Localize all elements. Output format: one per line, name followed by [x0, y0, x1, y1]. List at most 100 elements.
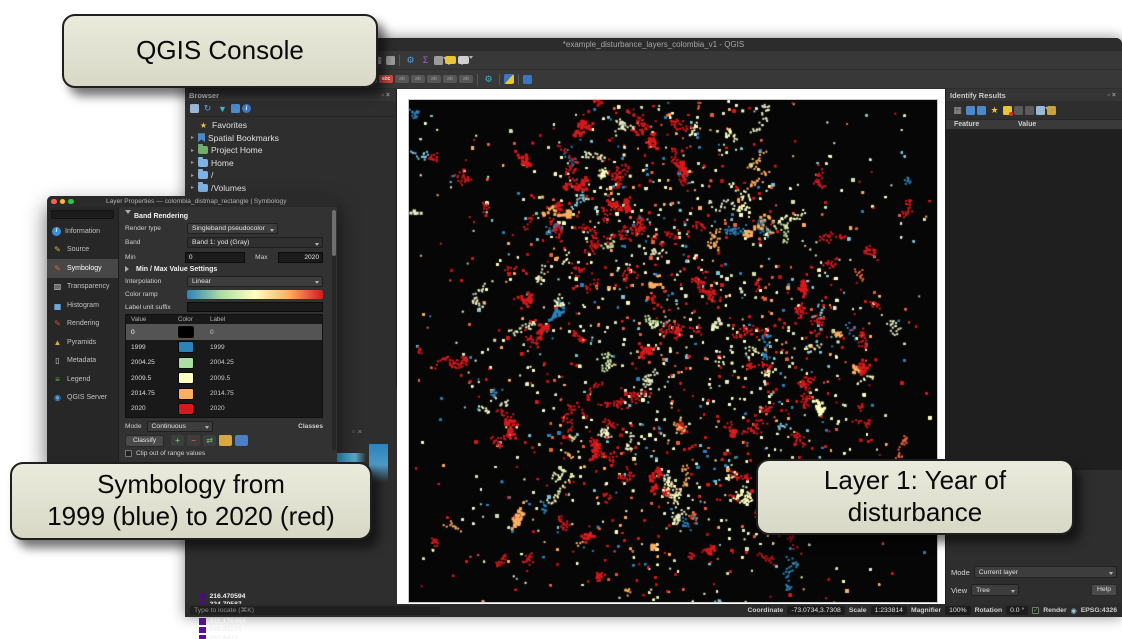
color-column-header[interactable]: Color [178, 316, 210, 323]
legend-value-216[interactable]: 216.470594 [199, 592, 349, 600]
max-input[interactable]: 2020 [278, 252, 323, 263]
browser-item-volumes[interactable]: ▸ /Volumes [191, 182, 396, 195]
row-color-swatch[interactable] [178, 326, 194, 338]
tab-transparency[interactable]: ▨ Transparency [47, 278, 118, 297]
render-type-select[interactable]: Singleband pseudocolor [187, 223, 278, 234]
color-row-2014[interactable]: 2014.75 2014.75 [126, 386, 322, 401]
python-console-icon[interactable] [504, 74, 514, 84]
dialog-titlebar[interactable]: Layer Properties — colombia_distmap_rect… [47, 196, 337, 207]
help-button[interactable]: Help [1091, 584, 1117, 596]
expand-caret-icon[interactable]: ▸ [191, 147, 198, 154]
interpolation-select[interactable]: Linear [187, 276, 323, 287]
expand-caret-icon[interactable]: ▸ [191, 172, 198, 179]
color-row-2009[interactable]: 2009.5 2009.5 [126, 370, 322, 385]
browser-item-root[interactable]: ▸ / [191, 169, 396, 182]
minmax-settings-section[interactable]: Min / Max Value Settings [125, 266, 217, 273]
collapse-all-icon[interactable] [231, 104, 240, 113]
row-color-swatch[interactable] [178, 403, 194, 415]
feature-column-header[interactable]: Feature [946, 121, 1018, 128]
value-column-header[interactable]: Value [1018, 121, 1036, 128]
new-text-annotation-icon[interactable] [458, 56, 469, 64]
tab-information[interactable]: i Information [47, 222, 118, 241]
processing-toolbox-icon[interactable]: ⚙ [482, 73, 495, 86]
browser-item-spatial-bookmarks[interactable]: ▸ Spatial Bookmarks [191, 132, 396, 145]
row-color-swatch[interactable] [178, 341, 194, 353]
render-checkbox[interactable]: ✓ [1032, 607, 1039, 614]
expand-caret-icon[interactable]: ▸ [191, 134, 198, 141]
rotation-value[interactable]: 0.0 ° [1006, 606, 1028, 615]
remove-class-icon[interactable]: − [187, 435, 200, 446]
maximize-window-icon[interactable] [68, 199, 74, 205]
color-row-1999[interactable]: 1999 1999 [126, 340, 322, 355]
identify-form-view-icon[interactable]: ▦ [951, 104, 964, 117]
clear-results-icon[interactable] [1003, 106, 1012, 115]
help-icon[interactable] [523, 75, 532, 84]
label-options-icon-4[interactable]: ab [443, 75, 457, 83]
label-options-icon-1[interactable]: ab [395, 75, 409, 83]
expand-caret-icon[interactable]: ▸ [191, 159, 198, 166]
value-column-header[interactable]: Value [126, 316, 178, 323]
load-color-map-icon[interactable] [219, 435, 232, 446]
identify-settings-icon[interactable] [1047, 106, 1056, 115]
label-column-header[interactable]: Label [210, 316, 225, 323]
save-color-map-icon[interactable] [235, 435, 248, 446]
locate-search-input[interactable]: Type to locate (⌘K) [190, 606, 440, 615]
refresh-browser-icon[interactable]: ↻ [201, 102, 214, 115]
magnifier-value[interactable]: 100% [945, 606, 970, 615]
view-select[interactable]: Tree [971, 584, 1019, 596]
color-ramp-bar[interactable] [187, 290, 323, 299]
tab-symbology[interactable]: ✎ Symbology [47, 259, 118, 278]
row-color-swatch[interactable] [178, 388, 194, 400]
label-unit-suffix-input[interactable] [187, 302, 323, 312]
dialog-search-input[interactable] [51, 210, 114, 219]
properties-widget-icon[interactable]: i [242, 104, 251, 113]
clip-checkbox[interactable] [125, 450, 132, 457]
dialog-scrollbar[interactable] [332, 210, 336, 450]
collapse-tree-icon[interactable] [977, 106, 986, 115]
close-window-icon[interactable] [51, 199, 57, 205]
row-color-swatch[interactable] [178, 357, 194, 369]
minimize-window-icon[interactable] [60, 199, 66, 205]
label-options-icon-3[interactable]: ab [427, 75, 441, 83]
label-options-icon-5[interactable]: ab [459, 75, 473, 83]
measure-icon[interactable] [434, 56, 443, 65]
row-color-swatch[interactable] [178, 372, 194, 384]
color-row-2004[interactable]: 2004.25 2004.25 [126, 355, 322, 370]
tab-source[interactable]: ✎ Source [47, 241, 118, 260]
tab-metadata[interactable]: ▯ Metadata [47, 352, 118, 371]
tab-legend[interactable]: ≡ Legend [47, 370, 118, 389]
options-gear-icon[interactable]: ⚙ [404, 54, 417, 67]
color-row-2020[interactable]: 2020 2020 [126, 401, 322, 416]
tab-pyramids[interactable]: ▲ Pyramids [47, 333, 118, 352]
print-response-icon[interactable] [1025, 106, 1034, 115]
mode-select[interactable]: Continuous [147, 421, 213, 432]
map-tips-icon[interactable] [445, 56, 456, 64]
scale-value[interactable]: 1:233814 [871, 606, 907, 615]
close-panel-icon[interactable]: × [386, 92, 392, 99]
band-rendering-section[interactable]: Band Rendering [125, 210, 188, 220]
classify-button[interactable]: Classify [125, 435, 164, 447]
legend-value-249[interactable]: 249.41174 [199, 626, 349, 634]
coordinate-value[interactable]: -73.0734,3.7308 [787, 606, 845, 615]
min-input[interactable]: 0 [185, 252, 245, 263]
browser-item-home[interactable]: ▸ Home [191, 157, 396, 170]
close-panel-icon[interactable]: × [1112, 92, 1118, 99]
expand-new-results-icon[interactable]: ★ [988, 104, 1001, 117]
legend-value-241[interactable]: 241.176464 [199, 617, 349, 625]
browser-item-favorites[interactable]: ★ Favorites [191, 119, 396, 132]
browser-item-project-home[interactable]: ▸ Project Home [191, 144, 396, 157]
tab-histogram[interactable]: ▅ Histogram [47, 296, 118, 315]
identify-results-list[interactable] [946, 130, 1122, 470]
tab-rendering[interactable]: ✎ Rendering [47, 315, 118, 334]
tab-qgis-server[interactable]: ◉ QGIS Server [47, 389, 118, 408]
expand-caret-icon[interactable]: ▸ [191, 184, 198, 191]
field-calculator-icon[interactable] [386, 56, 395, 65]
color-row-0[interactable]: 0 0 [126, 324, 322, 339]
identify-mode-icon[interactable] [1036, 106, 1045, 115]
filter-browser-icon[interactable]: ▼ [216, 102, 229, 115]
invert-ramp-icon[interactable]: ⇄ [203, 435, 216, 446]
add-class-icon[interactable]: + [171, 435, 184, 446]
mode-select[interactable]: Current layer [974, 566, 1117, 578]
statistics-summary-icon[interactable]: Σ [419, 54, 432, 67]
close-panel-icon[interactable]: × [358, 427, 365, 436]
